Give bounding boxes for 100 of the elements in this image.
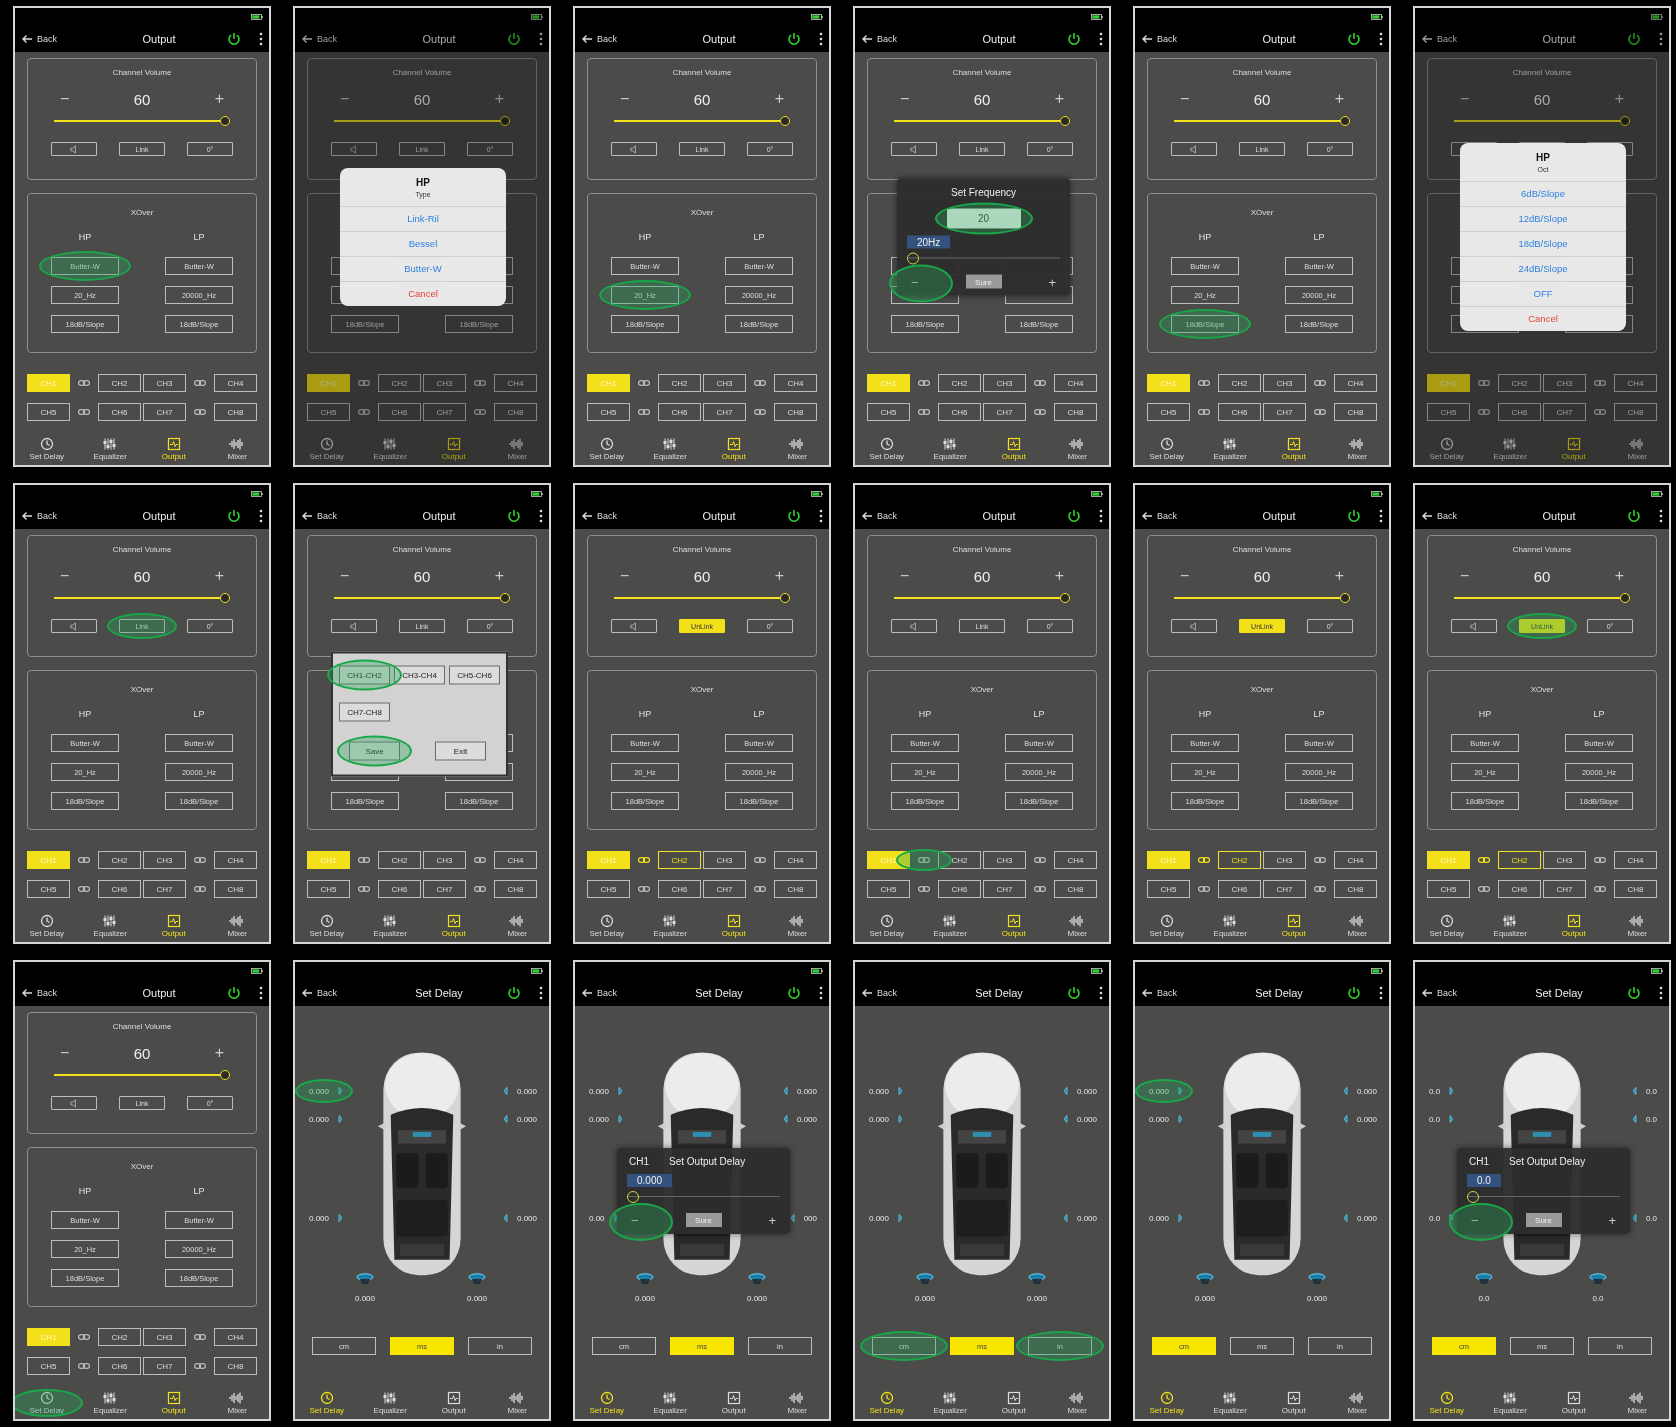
tab[interactable]: Set Delay — [1138, 436, 1195, 461]
minus-button[interactable]: − — [340, 567, 350, 585]
channel-button[interactable]: CH6 — [98, 403, 141, 421]
minus-button[interactable]: − — [1460, 567, 1470, 585]
minus-button[interactable]: − — [631, 1212, 639, 1228]
delay-value[interactable]: 0.000 — [309, 1114, 330, 1124]
channel-button[interactable]: CH8 — [494, 403, 537, 421]
channel-button[interactable]: CH8 — [774, 403, 817, 421]
back-button[interactable]: Back — [1421, 987, 1457, 998]
tab[interactable]: Mixer — [1329, 913, 1386, 938]
channel-button[interactable]: CH4 — [494, 851, 537, 869]
channel-button[interactable]: CH3 — [983, 851, 1026, 869]
tab[interactable]: Set Delay — [18, 913, 75, 938]
plus-button[interactable]: + — [768, 1212, 776, 1228]
channel-button[interactable]: CH8 — [774, 880, 817, 898]
tab[interactable]: Output — [1265, 1390, 1322, 1415]
plus-button[interactable]: + — [214, 90, 224, 108]
channel-button[interactable]: CH7 — [1543, 880, 1586, 898]
channel-button[interactable]: CH8 — [494, 880, 537, 898]
tab[interactable]: Equalizer — [642, 436, 699, 461]
tab[interactable]: Equalizer — [362, 436, 419, 461]
tab[interactable]: Output — [1545, 1390, 1602, 1415]
minus-button[interactable]: − — [1460, 90, 1470, 108]
back-button[interactable]: Back — [861, 510, 897, 521]
channel-button[interactable]: CH7 — [143, 1357, 186, 1375]
delay-value[interactable]: 0.000 — [1149, 1114, 1170, 1124]
tab[interactable]: Equalizer — [1202, 436, 1259, 461]
plus-button[interactable]: + — [774, 90, 784, 108]
tab[interactable]: Equalizer — [82, 436, 139, 461]
channel-button[interactable]: CH2 — [378, 374, 421, 392]
channel-button[interactable]: CH6 — [98, 1357, 141, 1375]
channel-button[interactable]: CH8 — [1054, 403, 1097, 421]
tab[interactable]: Output — [425, 436, 482, 461]
tab[interactable]: Set Delay — [1418, 436, 1475, 461]
channel-button[interactable]: CH3 — [143, 851, 186, 869]
channel-button[interactable]: CH6 — [938, 880, 981, 898]
channel-button[interactable]: CH5 — [867, 880, 910, 898]
channel-button[interactable]: CH3 — [423, 851, 466, 869]
tab[interactable]: Output — [705, 436, 762, 461]
channel-button[interactable]: CH7 — [983, 880, 1026, 898]
channel-button[interactable]: CH2 — [938, 851, 981, 869]
tab[interactable]: Mixer — [1049, 436, 1106, 461]
plus-button[interactable]: + — [774, 567, 784, 585]
channel-button[interactable]: CH6 — [1218, 403, 1261, 421]
channel-button[interactable]: CH4 — [1334, 851, 1377, 869]
back-button[interactable]: Back — [1141, 510, 1177, 521]
channel-button[interactable]: CH3 — [983, 374, 1026, 392]
plus-button[interactable]: + — [1334, 90, 1344, 108]
channel-button[interactable]: CH5 — [27, 880, 70, 898]
tab[interactable]: Set Delay — [578, 436, 635, 461]
channel-button[interactable]: CH2 — [98, 374, 141, 392]
delay-value[interactable]: 0.000 — [466, 1294, 487, 1303]
channel-button[interactable]: CH2 — [938, 374, 981, 392]
delay-value[interactable]: 0.0 — [1478, 1294, 1490, 1303]
tab[interactable]: Output — [425, 913, 482, 938]
channel-button[interactable]: CH8 — [214, 1357, 257, 1375]
channel-button[interactable]: CH8 — [1054, 880, 1097, 898]
tab[interactable]: Equalizer — [642, 1390, 699, 1415]
channel-button[interactable]: CH6 — [98, 880, 141, 898]
channel-button[interactable]: CH6 — [1498, 403, 1541, 421]
tab[interactable]: Output — [985, 436, 1042, 461]
channel-button[interactable]: CH7 — [983, 403, 1026, 421]
tab[interactable]: Output — [145, 436, 202, 461]
tab[interactable]: Output — [1545, 913, 1602, 938]
channel-button[interactable]: CH7 — [1543, 403, 1586, 421]
group-option[interactable]: CH1-CH2 — [339, 665, 390, 684]
group-option[interactable]: CH5-CH6 — [449, 665, 500, 684]
minus-button[interactable]: − — [1180, 90, 1190, 108]
tab[interactable]: Mixer — [209, 913, 266, 938]
tab[interactable]: Equalizer — [1482, 913, 1539, 938]
delay-value[interactable]: 0.000 — [746, 1294, 767, 1303]
channel-button[interactable]: CH4 — [494, 374, 537, 392]
channel-button[interactable]: CH3 — [1543, 851, 1586, 869]
channel-button[interactable]: CH5 — [307, 403, 350, 421]
channel-button[interactable]: CH3 — [143, 1328, 186, 1346]
tab[interactable]: Set Delay — [298, 913, 355, 938]
back-button[interactable]: Back — [581, 33, 617, 44]
plus-button[interactable]: + — [214, 1044, 224, 1062]
channel-button[interactable]: CH3 — [703, 851, 746, 869]
back-button[interactable]: Back — [861, 987, 897, 998]
channel-button[interactable]: CH6 — [658, 403, 701, 421]
channel-button[interactable]: CH7 — [423, 880, 466, 898]
tab[interactable]: Output — [705, 913, 762, 938]
tab[interactable]: Equalizer — [1482, 1390, 1539, 1415]
tab[interactable]: Set Delay — [1418, 913, 1475, 938]
minus-button[interactable]: − — [911, 274, 919, 289]
minus-button[interactable]: − — [1180, 567, 1190, 585]
channel-button[interactable]: CH2 — [1218, 851, 1261, 869]
delay-value[interactable]: 0.000 — [1149, 1086, 1170, 1096]
channel-button[interactable]: CH3 — [1263, 851, 1306, 869]
channel-button[interactable]: CH5 — [1427, 880, 1470, 898]
channel-button[interactable]: CH4 — [214, 1328, 257, 1346]
tab[interactable]: Mixer — [769, 436, 826, 461]
tab[interactable]: Set Delay — [18, 1390, 75, 1415]
tab[interactable]: Equalizer — [642, 913, 699, 938]
tab[interactable]: Output — [1265, 436, 1322, 461]
minus-button[interactable]: − — [60, 1044, 70, 1062]
back-button[interactable]: Back — [1141, 33, 1177, 44]
plus-button[interactable]: + — [1048, 274, 1056, 289]
back-button[interactable]: Back — [861, 33, 897, 44]
